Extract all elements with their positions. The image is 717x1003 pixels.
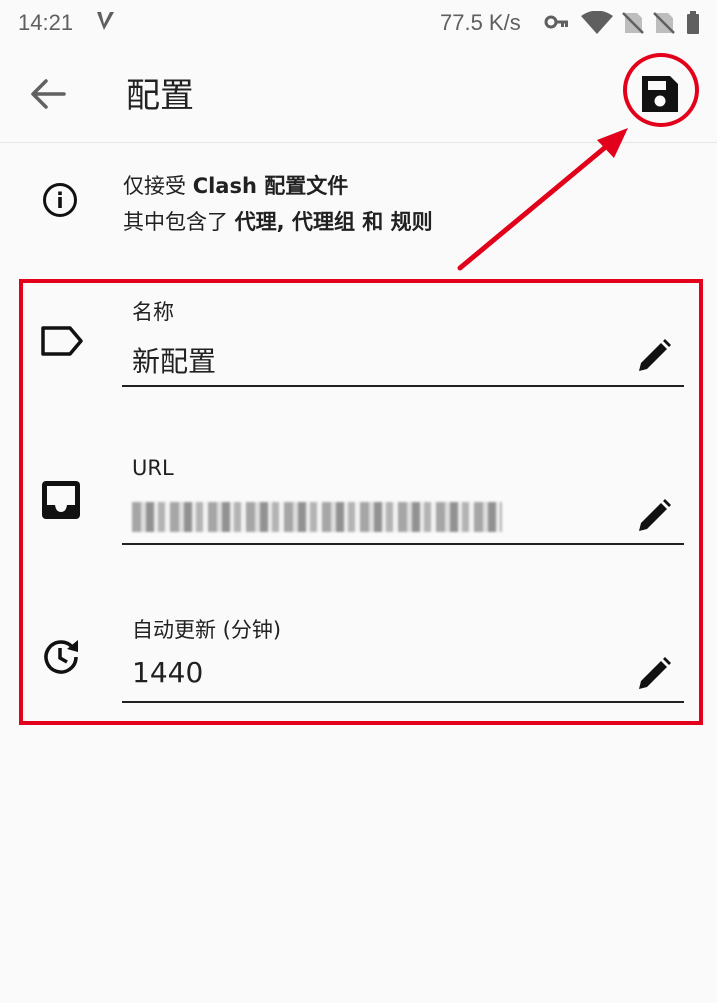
update-field-value[interactable]: 1440 [132,656,203,689]
url-field-label: URL [132,456,174,480]
url-field-underline [122,543,684,545]
update-field-underline [122,701,684,703]
update-field-label: 自动更新 (分钟) [132,618,282,642]
edit-url-pencil-icon[interactable] [634,496,674,536]
label-tag-icon [41,326,83,356]
info-icon [43,183,77,217]
update-clock-icon [44,640,78,674]
edit-name-pencil-icon[interactable] [634,336,674,376]
info-line-1: 仅接受 Clash 配置文件 [123,174,349,198]
edit-update-pencil-icon[interactable] [634,654,674,694]
info-text: 仅接受 Clash 配置文件 其中包含了 代理, 代理组 和 规则 [123,168,433,240]
inbox-icon [42,481,80,519]
url-redacted [132,502,502,532]
name-field-label: 名称 [132,300,174,324]
url-field-value[interactable] [132,498,502,532]
name-field-value[interactable]: 新配置 [132,340,216,380]
name-field-underline [122,385,684,387]
info-line-2: 其中包含了 代理, 代理组 和 规则 [123,210,433,234]
